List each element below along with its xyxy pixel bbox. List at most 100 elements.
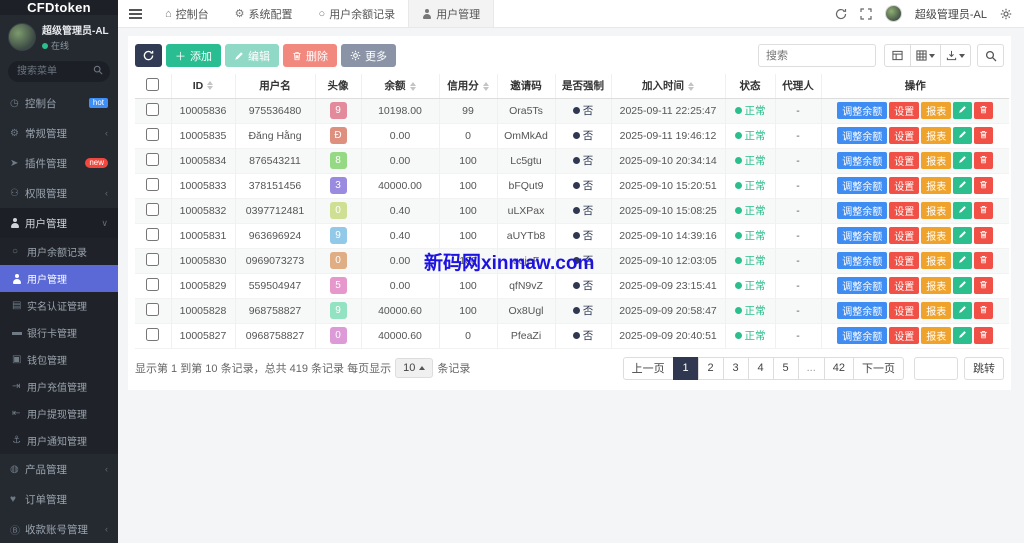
- row-edit-button[interactable]: [953, 127, 973, 144]
- page-button[interactable]: 3: [722, 356, 749, 380]
- report-button[interactable]: 报表: [921, 227, 952, 244]
- report-button[interactable]: 报表: [921, 102, 952, 119]
- page-button[interactable]: 2: [697, 356, 724, 380]
- adjust-balance-button[interactable]: 调整余额: [837, 277, 888, 294]
- row-edit-button[interactable]: [953, 227, 973, 244]
- sidebar-subitem[interactable]: ⇥ 用户充值管理: [0, 373, 118, 400]
- adjust-balance-button[interactable]: 调整余额: [837, 202, 888, 219]
- sidebar-item[interactable]: ⚇ 权限管理 ‹: [0, 178, 118, 208]
- row-settings-button[interactable]: 设置: [889, 127, 920, 144]
- report-button[interactable]: 报表: [921, 327, 952, 344]
- row-checkbox[interactable]: [146, 327, 160, 341]
- row-edit-button[interactable]: [953, 177, 973, 194]
- history-icon[interactable]: [835, 8, 847, 20]
- sidebar-item[interactable]: ⚙ 常规管理 ‹: [0, 118, 118, 148]
- prev-page-button[interactable]: 上一页: [622, 356, 674, 380]
- sidebar-item[interactable]: 用户管理 ∨: [0, 208, 118, 238]
- profile-avatar[interactable]: [8, 23, 36, 51]
- row-settings-button[interactable]: 设置: [889, 252, 920, 269]
- adjust-balance-button[interactable]: 调整余额: [837, 177, 888, 194]
- page-button[interactable]: 5: [772, 356, 799, 380]
- report-button[interactable]: 报表: [921, 277, 952, 294]
- column-header[interactable]: 信用分: [438, 74, 497, 99]
- row-edit-button[interactable]: [953, 152, 973, 169]
- sort-icon[interactable]: [409, 81, 416, 91]
- row-delete-button[interactable]: [974, 252, 994, 269]
- adjust-balance-button[interactable]: 调整余额: [837, 152, 888, 169]
- sidebar-item[interactable]: ➤ 插件管理 new: [0, 148, 118, 178]
- tab[interactable]: ○ 用户余额记录: [306, 0, 409, 27]
- settings-gear-icon[interactable]: [1000, 8, 1012, 20]
- sidebar-subitem[interactable]: ▤ 实名认证管理: [0, 292, 118, 319]
- row-delete-button[interactable]: [974, 152, 994, 169]
- tab[interactable]: 用户管理: [408, 0, 495, 27]
- sidebar-subitem[interactable]: ⚓ 用户通知管理: [0, 427, 118, 454]
- sidebar-subitem[interactable]: 用户管理: [0, 265, 118, 292]
- row-checkbox[interactable]: [146, 177, 160, 191]
- row-settings-button[interactable]: 设置: [889, 152, 920, 169]
- fullscreen-icon[interactable]: [860, 7, 872, 20]
- row-settings-button[interactable]: 设置: [889, 177, 920, 194]
- sidebar-item[interactable]: ♥ 订单管理: [0, 484, 118, 514]
- row-edit-button[interactable]: [953, 277, 973, 294]
- report-button[interactable]: 报表: [921, 252, 952, 269]
- row-settings-button[interactable]: 设置: [889, 102, 920, 119]
- column-header[interactable]: ID: [170, 74, 235, 99]
- search-submit-button[interactable]: [977, 44, 1004, 67]
- row-delete-button[interactable]: [974, 102, 994, 119]
- sidebar-subitem[interactable]: ▣ 钱包管理: [0, 346, 118, 373]
- column-header[interactable]: 余额: [360, 74, 439, 99]
- sidebar-subitem[interactable]: ▬ 银行卡管理: [0, 319, 118, 346]
- page-button[interactable]: 4: [747, 356, 774, 380]
- adjust-balance-button[interactable]: 调整余额: [837, 302, 888, 319]
- sidebar-item[interactable]: ◍ 产品管理 ‹: [0, 454, 118, 484]
- row-delete-button[interactable]: [974, 227, 994, 244]
- row-checkbox[interactable]: [146, 252, 160, 266]
- next-page-button[interactable]: 下一页: [853, 356, 904, 380]
- jump-button[interactable]: 跳转: [964, 356, 1004, 380]
- more-button[interactable]: 更多: [341, 44, 396, 67]
- row-delete-button[interactable]: [974, 302, 994, 319]
- adjust-balance-button[interactable]: 调整余额: [837, 102, 888, 119]
- row-delete-button[interactable]: [974, 177, 994, 194]
- select-all-checkbox[interactable]: [146, 77, 160, 91]
- sort-icon[interactable]: [207, 81, 214, 91]
- user-avatar[interactable]: [884, 5, 902, 22]
- sidebar-item[interactable]: Ⓑ 收款账号管理 ‹: [0, 514, 118, 543]
- sidebar-subitem[interactable]: ⇤ 用户提现管理: [0, 400, 118, 427]
- page-button[interactable]: 42: [823, 356, 854, 380]
- row-checkbox[interactable]: [146, 102, 160, 116]
- row-checkbox[interactable]: [146, 227, 160, 241]
- row-checkbox[interactable]: [146, 152, 160, 166]
- tab[interactable]: ⚙ 系统配置: [222, 0, 306, 27]
- row-delete-button[interactable]: [974, 127, 994, 144]
- adjust-balance-button[interactable]: 调整余额: [837, 327, 888, 344]
- row-settings-button[interactable]: 设置: [889, 302, 920, 319]
- row-delete-button[interactable]: [974, 327, 994, 344]
- adjust-balance-button[interactable]: 调整余额: [837, 127, 888, 144]
- sort-icon[interactable]: [482, 81, 489, 91]
- report-button[interactable]: 报表: [921, 177, 952, 194]
- row-delete-button[interactable]: [974, 277, 994, 294]
- report-button[interactable]: 报表: [921, 302, 952, 319]
- row-settings-button[interactable]: 设置: [889, 202, 920, 219]
- topbar-username[interactable]: 超级管理员-AL: [915, 6, 987, 22]
- columns-button[interactable]: [910, 44, 941, 67]
- row-edit-button[interactable]: [953, 327, 973, 344]
- sidebar-toggle-button[interactable]: [118, 0, 152, 27]
- report-button[interactable]: 报表: [921, 202, 952, 219]
- column-header[interactable]: 加入时间: [610, 74, 725, 99]
- sidebar-subitem[interactable]: ○ 用户余额记录: [0, 238, 118, 265]
- table-search-input[interactable]: [758, 44, 876, 67]
- row-delete-button[interactable]: [974, 202, 994, 219]
- row-edit-button[interactable]: [953, 202, 973, 219]
- row-edit-button[interactable]: [953, 102, 973, 119]
- row-checkbox[interactable]: [146, 202, 160, 216]
- row-settings-button[interactable]: 设置: [889, 277, 920, 294]
- jump-page-input[interactable]: [914, 356, 958, 380]
- delete-button[interactable]: 删除: [283, 44, 337, 67]
- report-button[interactable]: 报表: [921, 127, 952, 144]
- page-button[interactable]: 1: [672, 356, 699, 380]
- page-size-select[interactable]: 10: [395, 358, 434, 378]
- row-checkbox[interactable]: [146, 302, 160, 316]
